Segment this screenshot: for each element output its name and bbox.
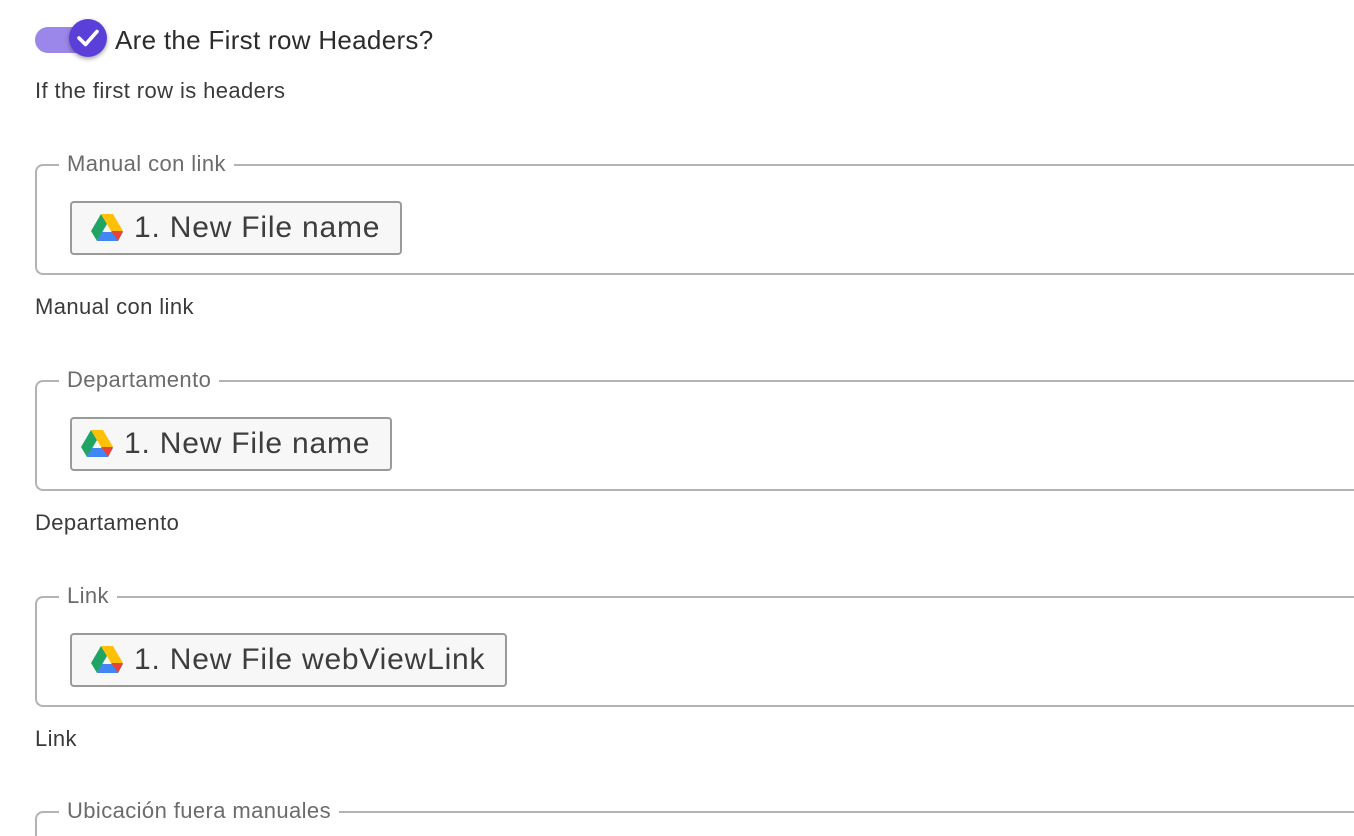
field-legend: Link <box>59 582 117 610</box>
field-departamento: Departamento 1. New File name <box>35 366 1354 491</box>
field-legend: Ubicación fuera manuales <box>59 797 339 825</box>
field-legend: Departamento <box>59 366 220 394</box>
chip-text: 1. New File webViewLink <box>134 643 486 676</box>
field-link: Link 1. New File webViewLink <box>35 582 1354 707</box>
field-help-text: Manual con link <box>35 294 194 319</box>
check-icon <box>77 29 99 47</box>
field-value-chip[interactable]: 1. New File name <box>70 201 403 255</box>
chip-text: 1. New File name <box>124 427 371 460</box>
toggle-knob <box>69 19 107 57</box>
google-drive-icon <box>81 430 113 457</box>
google-drive-icon <box>91 214 123 241</box>
toggle-help-text: If the first row is headers <box>35 78 286 103</box>
first-row-headers-toggle[interactable] <box>35 18 107 62</box>
field-help-text: Departamento <box>35 510 180 535</box>
toggle-label: Are the First row Headers? <box>115 24 434 55</box>
field-manual-con-link: Manual con link 1. New File name <box>35 150 1354 275</box>
field-legend: Manual con link <box>59 150 234 178</box>
field-value-chip[interactable]: 1. New File name <box>70 417 393 471</box>
first-row-headers-row: Are the First row Headers? <box>35 18 433 62</box>
field-help-text: Link <box>35 726 77 751</box>
field-value-chip[interactable]: 1. New File webViewLink <box>70 633 508 687</box>
mapping-form: Are the First row Headers? If the first … <box>0 0 1354 836</box>
google-drive-icon <box>91 646 123 673</box>
chip-text: 1. New File name <box>134 211 381 244</box>
field-ubicacion-fuera-manuales: Ubicación fuera manuales <box>35 797 1354 836</box>
